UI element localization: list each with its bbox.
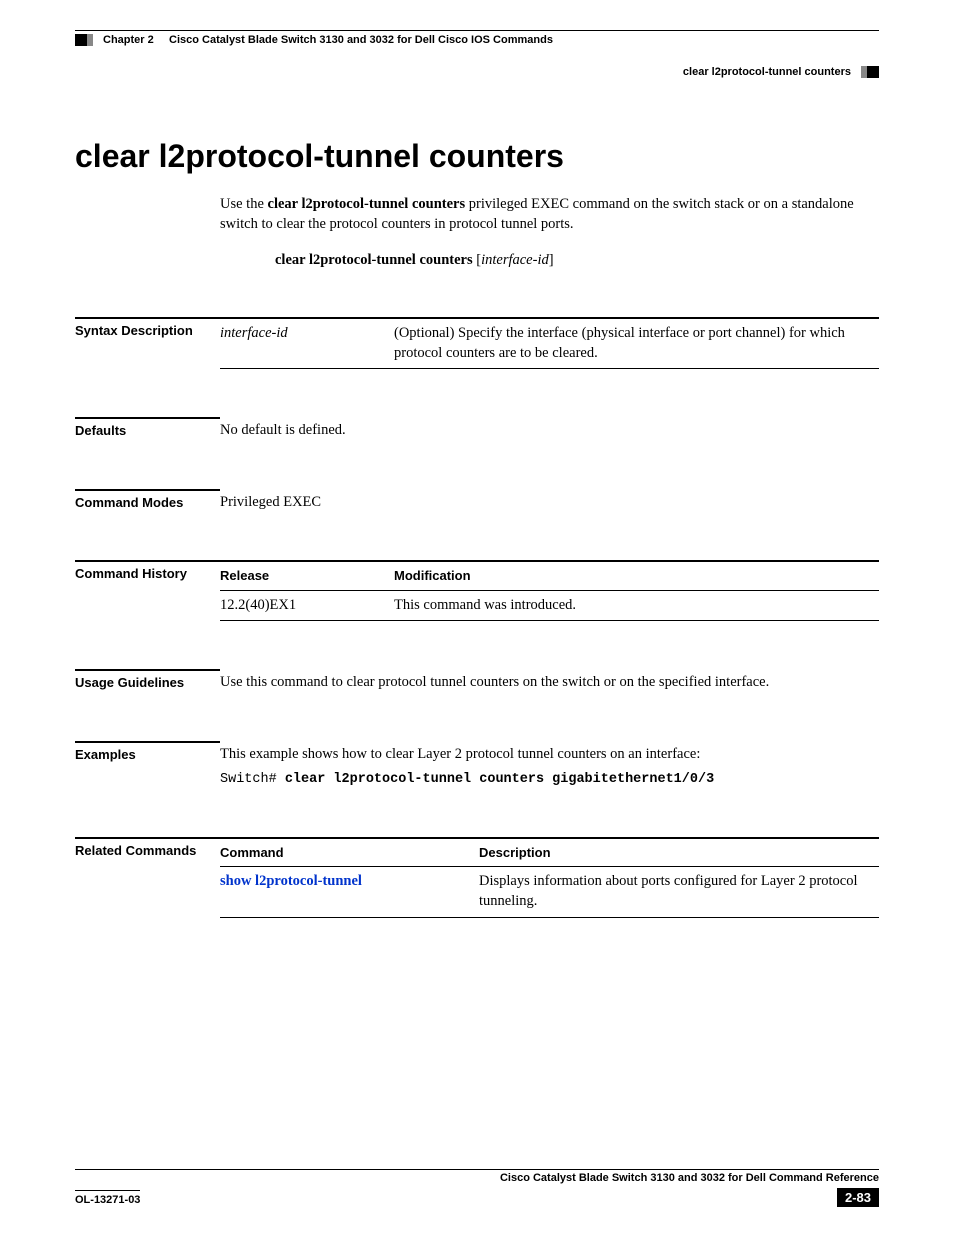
intro-command: clear l2protocol-tunnel counters <box>268 196 466 212</box>
command-modes-text: Privileged EXEC <box>220 489 879 513</box>
intro-prefix: Use the <box>220 196 268 212</box>
syntax-table: interface-id (Optional) Specify the inte… <box>220 317 879 369</box>
history-release: 12.2(40)EX1 <box>220 590 394 621</box>
section-label: Examples <box>75 741 220 762</box>
syntax-arg: interface-id <box>481 252 549 268</box>
syntax-command: clear l2protocol-tunnel counters <box>275 252 473 268</box>
syntax-usage: clear l2protocol-tunnel counters [interf… <box>275 252 879 269</box>
section-command-history: Command History Release Modification 12.… <box>75 560 879 621</box>
section-related-commands: Related Commands Command Description sho… <box>75 837 879 918</box>
example-prompt: Switch# <box>220 772 285 787</box>
section-syntax-description: Syntax Description interface-id (Optiona… <box>75 317 879 369</box>
example-command: clear l2protocol-tunnel counters gigabit… <box>285 772 714 787</box>
section-command-modes: Command Modes Privileged EXEC <box>75 489 879 513</box>
history-table: Release Modification 12.2(40)EX1 This co… <box>220 560 879 621</box>
footer-book-title: Cisco Catalyst Blade Switch 3130 and 303… <box>500 1172 879 1184</box>
section-label: Related Commands <box>75 837 220 858</box>
running-head-text: clear l2protocol-tunnel counters <box>683 66 851 78</box>
header-ornament-icon <box>75 34 93 46</box>
syntax-arg-name: interface-id <box>220 318 394 369</box>
chapter-number: Chapter 2 <box>103 34 154 46</box>
example-intro: This example shows how to clear Layer 2 … <box>220 745 879 765</box>
section-label: Command Modes <box>75 489 220 510</box>
section-label: Defaults <box>75 417 220 438</box>
footer-doc-id: OL-13271-03 <box>75 1190 140 1206</box>
chapter-title: Cisco Catalyst Blade Switch 3130 and 303… <box>169 34 553 46</box>
history-head-release: Release <box>220 561 394 590</box>
related-head-cmd: Command <box>220 838 479 867</box>
history-head-mod: Modification <box>394 561 879 590</box>
related-cmd-desc: Displays information about ports configu… <box>479 867 879 917</box>
section-label: Usage Guidelines <box>75 669 220 690</box>
usage-text: Use this command to clear protocol tunne… <box>220 669 879 693</box>
header-left: Chapter 2 Cisco Catalyst Blade Switch 31… <box>75 34 553 46</box>
example-cli: Switch# clear l2protocol-tunnel counters… <box>220 771 879 789</box>
section-label: Syntax Description <box>75 317 220 338</box>
section-label: Command History <box>75 560 220 581</box>
section-examples: Examples This example shows how to clear… <box>75 741 879 789</box>
related-cmd-link[interactable]: show l2protocol-tunnel <box>220 873 362 889</box>
section-usage-guidelines: Usage Guidelines Use this command to cle… <box>75 669 879 693</box>
related-table: Command Description show l2protocol-tunn… <box>220 837 879 918</box>
intro-paragraph: Use the clear l2protocol-tunnel counters… <box>220 195 879 234</box>
page-footer: Cisco Catalyst Blade Switch 3130 and 303… <box>75 1169 879 1207</box>
header-ornament-icon <box>861 66 879 78</box>
related-head-desc: Description <box>479 838 879 867</box>
syntax-arg-desc: (Optional) Specify the interface (physic… <box>394 318 879 369</box>
section-defaults: Defaults No default is defined. <box>75 417 879 441</box>
running-header: Chapter 2 Cisco Catalyst Blade Switch 31… <box>75 30 879 46</box>
page-number-badge: 2-83 <box>837 1188 879 1207</box>
history-mod: This command was introduced. <box>394 590 879 621</box>
page-title: clear l2protocol-tunnel counters <box>75 138 879 175</box>
header-right: clear l2protocol-tunnel counters <box>75 46 879 78</box>
page: Chapter 2 Cisco Catalyst Blade Switch 31… <box>0 0 954 1235</box>
defaults-text: No default is defined. <box>220 417 879 441</box>
